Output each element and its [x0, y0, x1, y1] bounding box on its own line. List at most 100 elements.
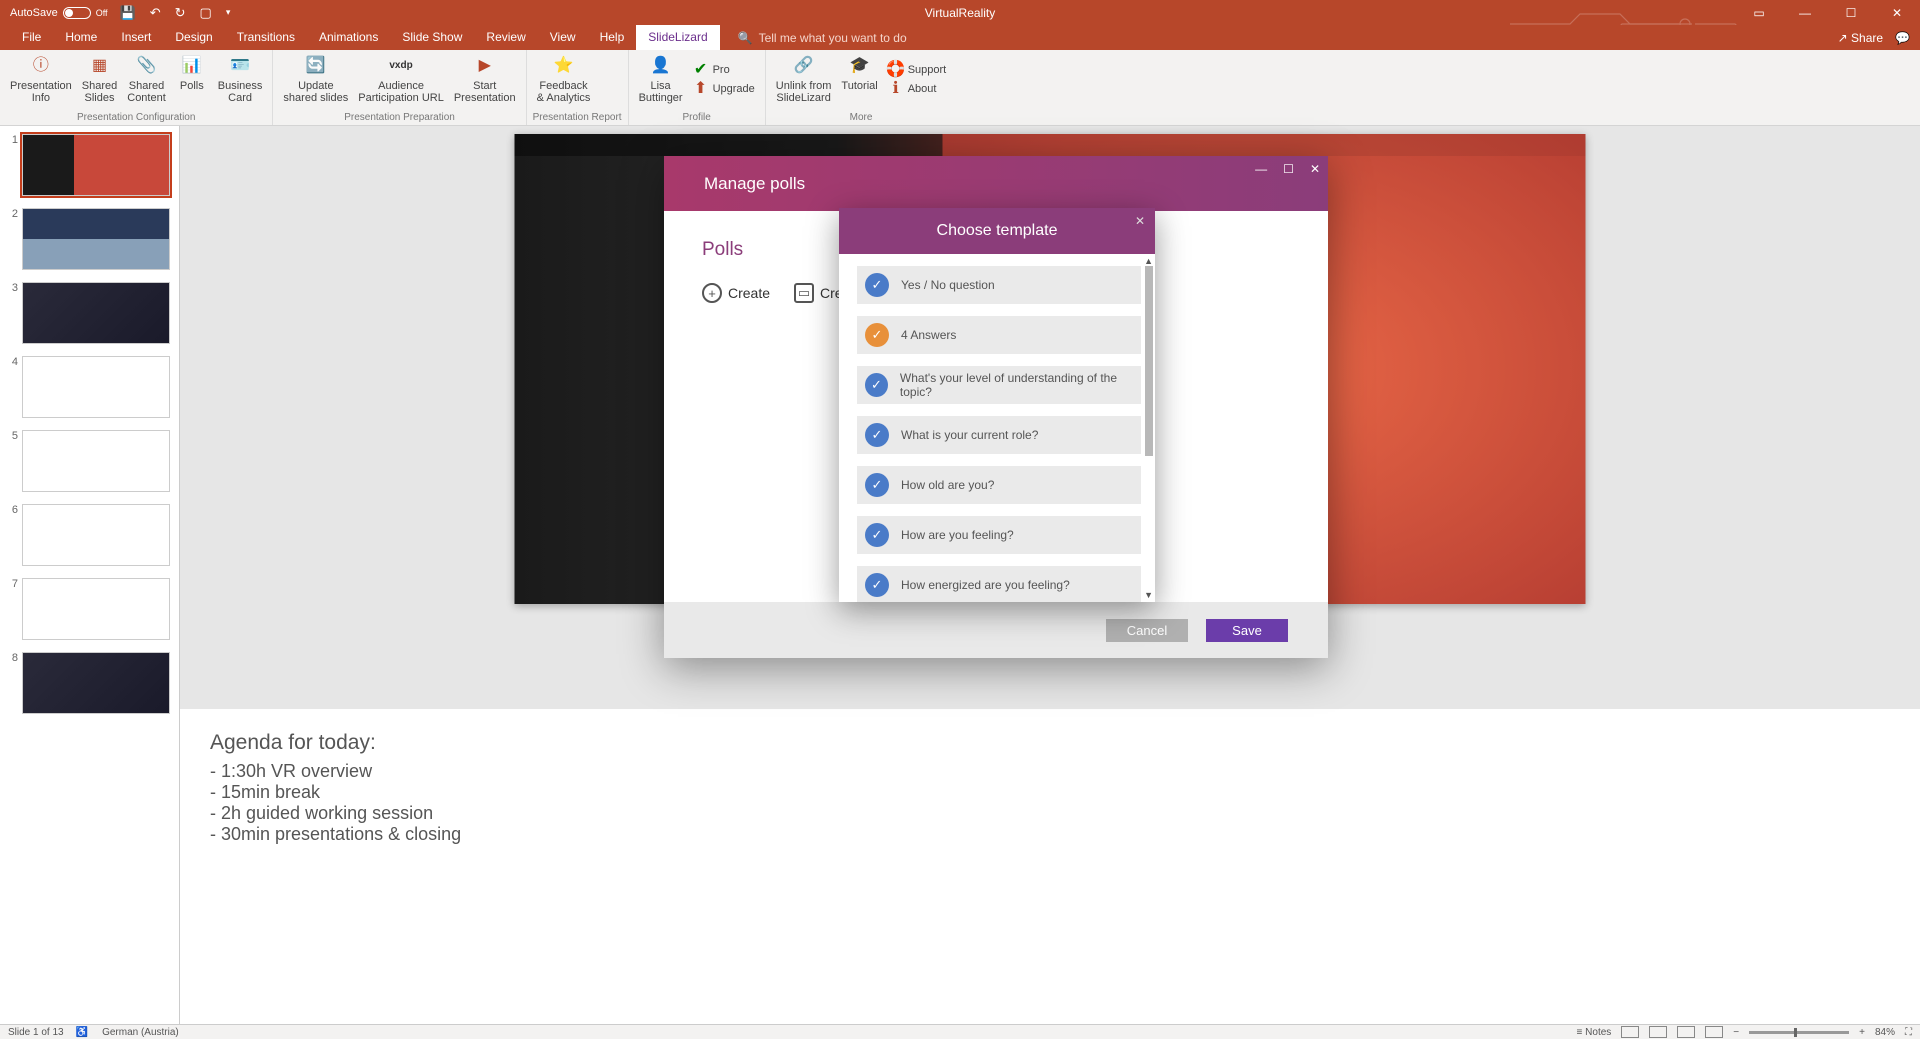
zoom-slider[interactable]: [1749, 1031, 1849, 1034]
from-beginning-icon[interactable]: ▢: [200, 5, 212, 21]
tab-view[interactable]: View: [538, 25, 588, 50]
shared-content-label: Shared Content: [127, 80, 166, 104]
start-presentation-button[interactable]: ▶Start Presentation: [450, 52, 520, 106]
polls-button[interactable]: 📊Polls: [172, 52, 212, 106]
tutorial-button[interactable]: 🎓Tutorial: [837, 52, 881, 106]
slide-thumbnail-panel[interactable]: 1 2 3 4 5 6 7 8: [0, 126, 180, 1024]
group-more-label: More: [772, 112, 950, 125]
tell-me-search[interactable]: 🔍 Tell me what you want to do: [738, 31, 907, 45]
tab-slidelizard[interactable]: SlideLizard: [636, 25, 719, 50]
undo-icon[interactable]: ↶: [150, 5, 161, 21]
support-button[interactable]: 🛟Support: [884, 61, 951, 79]
maximize-icon[interactable]: ☐: [1828, 0, 1874, 25]
unlink-button[interactable]: 🔗Unlink from SlideLizard: [772, 52, 836, 106]
slide-thumb-5[interactable]: [22, 430, 170, 492]
slide-thumb-6[interactable]: [22, 504, 170, 566]
notes-toggle[interactable]: ≡ Notes: [1577, 1027, 1612, 1038]
tab-slideshow[interactable]: Slide Show: [390, 25, 474, 50]
shared-slides-button[interactable]: ▦Shared Slides: [78, 52, 121, 106]
update-shared-button[interactable]: 🔄Update shared slides: [279, 52, 352, 106]
slide-thumb-7[interactable]: [22, 578, 170, 640]
profile-button[interactable]: 👤Lisa Buttinger: [635, 52, 687, 106]
slide-thumb-8[interactable]: [22, 652, 170, 714]
tab-help[interactable]: Help: [588, 25, 637, 50]
zoom-in-icon[interactable]: +: [1859, 1027, 1865, 1038]
upgrade-label: Upgrade: [713, 83, 755, 95]
template-item-energized[interactable]: ✓How energized are you feeling?: [857, 566, 1141, 602]
slide-thumb-3[interactable]: [22, 282, 170, 344]
tab-transitions[interactable]: Transitions: [225, 25, 307, 50]
template-item-yesno[interactable]: ✓Yes / No question: [857, 266, 1141, 304]
slide-thumb-4[interactable]: [22, 356, 170, 418]
presentation-info-button[interactable]: ⓘPresentation Info: [6, 52, 76, 106]
pro-badge[interactable]: ✔Pro: [689, 61, 759, 79]
qat-customize-icon[interactable]: ▾: [226, 7, 231, 18]
slide-thumb-1[interactable]: [22, 134, 170, 196]
tab-home[interactable]: Home: [53, 25, 109, 50]
feedback-button[interactable]: ⭐Feedback & Analytics: [533, 52, 595, 106]
template-list[interactable]: ▲ ✓Yes / No question ✓4 Answers ✓What's …: [839, 254, 1155, 602]
scroll-down-icon[interactable]: ▼: [1144, 590, 1153, 600]
notes-line: - 2h guided working session: [210, 803, 1890, 824]
tab-animations[interactable]: Animations: [307, 25, 390, 50]
accessibility-icon[interactable]: ♿: [76, 1027, 88, 1038]
template-close-icon[interactable]: ✕: [1135, 214, 1145, 228]
template-item-4answers[interactable]: ✓4 Answers: [857, 316, 1141, 354]
notes-heading: Agenda for today:: [210, 731, 1890, 755]
zoom-out-icon[interactable]: −: [1733, 1027, 1739, 1038]
template-dialog-titlebar[interactable]: Choose template ✕: [839, 208, 1155, 254]
business-card-button[interactable]: 🪪Business Card: [214, 52, 267, 106]
comments-icon[interactable]: 💬: [1895, 31, 1910, 45]
group-presentation-config: ⓘPresentation Info ▦Shared Slides 📎Share…: [0, 50, 273, 125]
group-more: 🔗Unlink from SlideLizard 🎓Tutorial 🛟Supp…: [766, 50, 956, 125]
normal-view-icon[interactable]: [1621, 1026, 1639, 1038]
dialog-close-icon[interactable]: ✕: [1310, 162, 1320, 176]
dialog-maximize-icon[interactable]: ☐: [1283, 162, 1294, 176]
tab-design[interactable]: Design: [163, 25, 224, 50]
slides-icon: ▦: [88, 54, 112, 78]
autosave-control[interactable]: AutoSave Off: [10, 7, 108, 19]
scrollbar-thumb[interactable]: [1145, 266, 1153, 456]
close-icon[interactable]: ✕: [1874, 0, 1920, 25]
language-status[interactable]: German (Austria): [102, 1027, 179, 1038]
tab-review[interactable]: Review: [474, 25, 537, 50]
create-poll-button[interactable]: + Create: [702, 283, 770, 303]
audience-url-button[interactable]: vxdpAudience Participation URL: [354, 52, 448, 106]
save-button[interactable]: Save: [1206, 619, 1288, 642]
ribbon-options-icon[interactable]: ▭: [1736, 0, 1782, 25]
tab-file[interactable]: File: [10, 25, 53, 50]
template-item-role[interactable]: ✓What is your current role?: [857, 416, 1141, 454]
tab-insert[interactable]: Insert: [109, 25, 163, 50]
dialog-minimize-icon[interactable]: —: [1255, 162, 1267, 176]
save-icon[interactable]: 💾: [120, 5, 136, 21]
speaker-notes[interactable]: Agenda for today: - 1:30h VR overview - …: [180, 709, 1920, 1024]
start-presentation-label: Start Presentation: [454, 80, 516, 104]
slideshow-view-icon[interactable]: [1705, 1026, 1723, 1038]
minimize-icon[interactable]: —: [1782, 0, 1828, 25]
cancel-button[interactable]: Cancel: [1106, 619, 1188, 642]
template-label: Yes / No question: [901, 278, 995, 292]
sorter-view-icon[interactable]: [1649, 1026, 1667, 1038]
autosave-toggle[interactable]: [63, 7, 91, 19]
search-icon: 🔍: [738, 31, 753, 45]
upgrade-button[interactable]: ⬆Upgrade: [689, 80, 759, 98]
check-icon: ✓: [865, 373, 888, 397]
zoom-level[interactable]: 84%: [1875, 1027, 1895, 1038]
thumb-number: 2: [4, 208, 18, 270]
scroll-up-icon[interactable]: ▲: [1144, 256, 1153, 266]
tell-me-placeholder: Tell me what you want to do: [759, 31, 907, 45]
redo-icon[interactable]: ↻: [175, 5, 186, 21]
reading-view-icon[interactable]: [1677, 1026, 1695, 1038]
slide-counter[interactable]: Slide 1 of 13: [8, 1027, 64, 1038]
share-button[interactable]: ↗ Share: [1838, 31, 1883, 45]
shared-content-button[interactable]: 📎Shared Content: [123, 52, 170, 106]
template-item-age[interactable]: ✓How old are you?: [857, 466, 1141, 504]
slide-thumb-2[interactable]: [22, 208, 170, 270]
status-bar: Slide 1 of 13 ♿ German (Austria) ≡ Notes…: [0, 1024, 1920, 1039]
fit-to-window-icon[interactable]: ⛶: [1905, 1027, 1912, 1038]
about-button[interactable]: ℹAbout: [884, 80, 951, 98]
about-icon: ℹ: [888, 81, 904, 97]
dialog-titlebar[interactable]: Manage polls — ☐ ✕: [664, 156, 1328, 211]
template-item-feeling[interactable]: ✓How are you feeling?: [857, 516, 1141, 554]
template-item-understanding[interactable]: ✓What's your level of understanding of t…: [857, 366, 1141, 404]
